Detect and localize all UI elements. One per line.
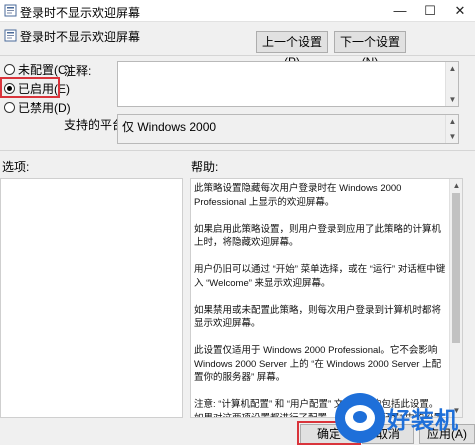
help-label: 帮助:: [191, 160, 219, 174]
platform-field: 仅 Windows 2000 ▲ ▼: [117, 114, 459, 144]
radio-disabled[interactable]: 已禁用(D): [4, 99, 71, 115]
next-setting-button[interactable]: 下一个设置(N): [334, 31, 406, 69]
watermark-logo: 好装机: [335, 393, 475, 445]
policy-window-icon: [4, 4, 17, 17]
radio-circle[interactable]: [4, 63, 15, 75]
close-button[interactable]: ✕: [445, 0, 475, 22]
help-paragraph: 如果启用此策略设置，则用户登录到应用了此策略的计算机上时，将隐藏欢迎屏幕。: [194, 223, 442, 249]
radio-not-configured[interactable]: 未配置(C): [4, 61, 71, 77]
help-paragraph: 此策略设置隐藏每次用户登录时在 Windows 2000 Professiona…: [194, 183, 402, 208]
help-scrollbar[interactable]: ▲ ▼: [449, 179, 462, 417]
scroll-up-icon[interactable]: ▲: [446, 62, 459, 75]
scroll-down-icon[interactable]: ▼: [446, 130, 459, 143]
enabled-highlight-box: [0, 77, 60, 98]
help-paragraph: 如果禁用或未配置此策略，则每次用户登录到计算机时都将显示欢迎屏幕。: [194, 304, 442, 330]
help-pane: 此策略设置隐藏每次用户登录时在 Windows 2000 Professiona…: [190, 178, 463, 418]
scroll-thumb[interactable]: [452, 193, 460, 343]
maximize-button[interactable]: ☐: [415, 0, 445, 22]
options-label: 选项:: [2, 160, 30, 174]
help-paragraph: 用户仍旧可以通过 “开始” 菜单选择，或在 “运行” 对话框中键入 “Welco…: [194, 264, 446, 289]
header-divider: [0, 55, 475, 56]
policy-header: 登录时不显示欢迎屏幕 上一个设置(P) 下一个设置(N): [0, 23, 475, 69]
watermark-icon: [335, 393, 385, 443]
minimize-button[interactable]: —: [385, 0, 415, 22]
scroll-down-icon[interactable]: ▼: [446, 93, 459, 106]
options-pane: [0, 178, 183, 418]
platform-value: 仅 Windows 2000: [122, 120, 217, 134]
comment-scrollbar[interactable]: ▲ ▼: [445, 62, 458, 106]
comment-field[interactable]: ▲ ▼: [117, 61, 459, 107]
platform-scrollbar[interactable]: ▲ ▼: [445, 115, 458, 143]
title-bar: 登录时不显示欢迎屏幕 — ☐ ✕: [0, 0, 475, 22]
policy-setting-icon: [4, 29, 17, 42]
radio-label: 已禁用(D): [18, 100, 71, 115]
scroll-up-icon[interactable]: ▲: [446, 115, 459, 128]
window-title: 登录时不显示欢迎屏幕: [20, 6, 141, 20]
section-divider: [0, 150, 475, 151]
previous-setting-button[interactable]: 上一个设置(P): [256, 31, 328, 69]
watermark-text: 好装机: [387, 407, 459, 433]
radio-circle[interactable]: [4, 101, 15, 113]
scroll-up-icon[interactable]: ▲: [450, 179, 462, 192]
comment-label: 注释:: [64, 64, 92, 78]
policy-name: 登录时不显示欢迎屏幕: [20, 30, 141, 44]
help-paragraph: 此设置仅适用于 Windows 2000 Professional。它不会影响 …: [194, 345, 442, 383]
help-text: 此策略设置隐藏每次用户登录时在 Windows 2000 Professiona…: [194, 182, 446, 417]
radio-label: 未配置(C): [18, 62, 71, 77]
